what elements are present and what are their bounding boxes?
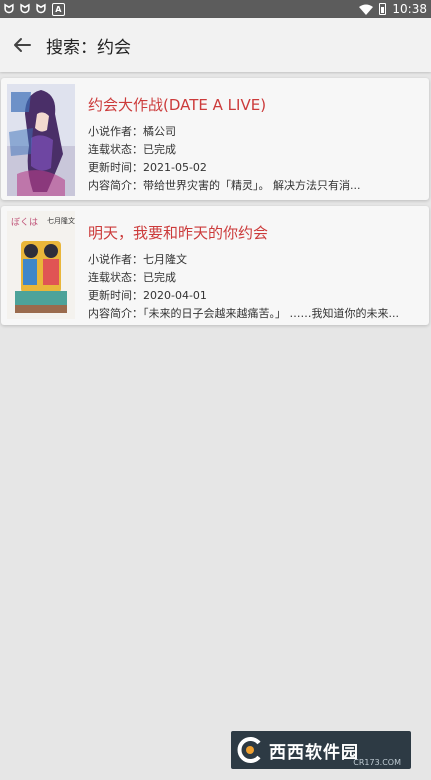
status-row: 连载状态：已完成 bbox=[88, 143, 176, 156]
battery-icon bbox=[379, 3, 387, 15]
updated-row: 更新时间：2020-04-01 bbox=[88, 289, 207, 302]
summary-row: 内容简介：「未来的日子会越来越痛苦。」 ……我知道你的未来... bbox=[88, 307, 399, 320]
serial-status: 已完成 bbox=[143, 143, 176, 156]
wifi-icon bbox=[359, 4, 374, 15]
book-title[interactable]: 明天，我要和昨天的你约会 bbox=[88, 222, 423, 243]
notification-icon: ᗢ bbox=[35, 1, 46, 16]
app-bar: 搜索：约会 bbox=[0, 18, 431, 72]
status-bar: ᗢ ᗢ ᗢ A 10:38 bbox=[0, 0, 431, 18]
result-card[interactable]: 七月隆文 ぼくは 明天，我要和昨天的你约会 小说作者：七月隆文 连载状态：已完成… bbox=[1, 206, 429, 325]
result-info: 约会大作战(DATE A LIVE) 小说作者：橘公司 连载状态：已完成 更新时… bbox=[88, 90, 423, 195]
update-date: 2021-05-02 bbox=[143, 161, 207, 174]
summary-text: 带给世界灾害的「精灵」。 解决方法只有消... bbox=[143, 179, 361, 192]
notification-icon: ᗢ bbox=[19, 1, 30, 16]
author-name: 七月隆文 bbox=[143, 253, 187, 266]
watermark-logo-icon bbox=[231, 731, 269, 769]
author-row: 小说作者：橘公司 bbox=[88, 125, 176, 138]
status-left-icons: ᗢ ᗢ ᗢ A bbox=[0, 2, 65, 17]
status-time: 10:38 bbox=[392, 2, 427, 16]
author-row: 小说作者：七月隆文 bbox=[88, 253, 187, 266]
summary-text: 「未来的日子会越来越痛苦。」 ……我知道你的未来... bbox=[143, 307, 399, 320]
watermark-sub: CR173.COM bbox=[353, 758, 401, 767]
book-cover bbox=[7, 84, 75, 196]
status-row: 连载状态：已完成 bbox=[88, 271, 176, 284]
site-watermark: 西西软件园 CR173.COM bbox=[231, 731, 411, 769]
book-title[interactable]: 约会大作战(DATE A LIVE) bbox=[88, 94, 423, 115]
watermark-text: 西西软件园 bbox=[269, 742, 359, 763]
status-right-icons: 10:38 bbox=[359, 2, 431, 16]
back-button[interactable] bbox=[4, 27, 40, 63]
author-name: 橘公司 bbox=[143, 125, 176, 138]
book-cover: 七月隆文 ぼくは bbox=[7, 211, 75, 319]
svg-text:七月隆文: 七月隆文 bbox=[47, 216, 75, 225]
result-info: 明天，我要和昨天的你约会 小说作者：七月隆文 连载状态：已完成 更新时间：202… bbox=[88, 218, 423, 323]
notification-icon: ᗢ bbox=[4, 1, 14, 16]
page-title: 搜索：约会 bbox=[46, 37, 131, 58]
summary-row: 内容简介：带给世界灾害的「精灵」。 解决方法只有消... bbox=[88, 179, 361, 192]
svg-text:ぼくは: ぼくは bbox=[11, 217, 38, 228]
result-card[interactable]: 约会大作战(DATE A LIVE) 小说作者：橘公司 连载状态：已完成 更新时… bbox=[1, 78, 429, 200]
arrow-back-icon bbox=[14, 38, 31, 52]
update-date: 2020-04-01 bbox=[143, 289, 207, 302]
updated-row: 更新时间：2021-05-02 bbox=[88, 161, 207, 174]
a-app-icon: A bbox=[51, 2, 65, 16]
serial-status: 已完成 bbox=[143, 271, 176, 284]
